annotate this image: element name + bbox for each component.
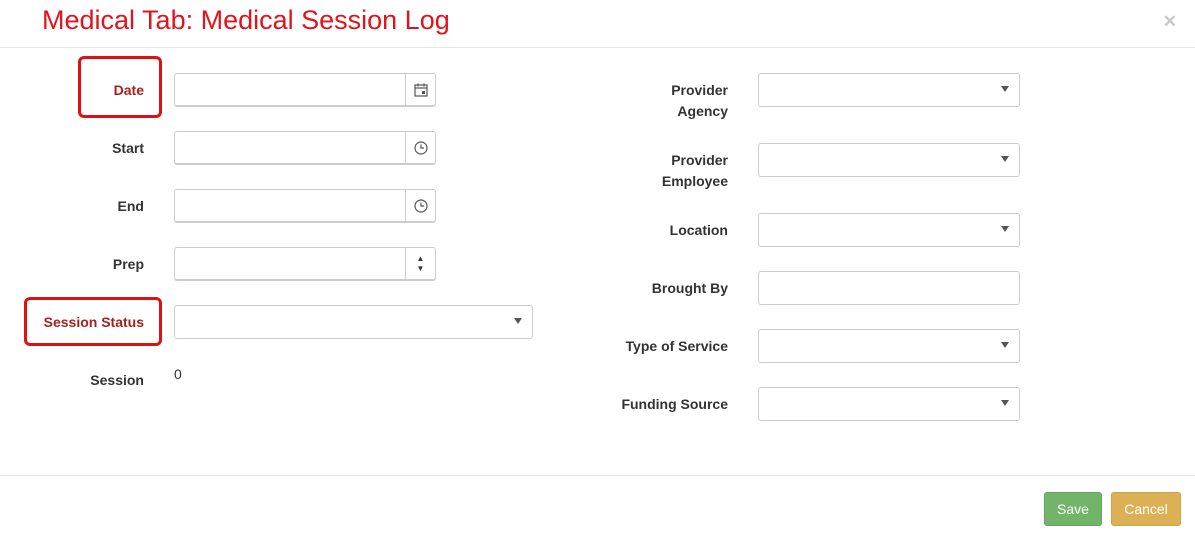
modal-header: Medical Tab: Medical Session Log ✕ bbox=[0, 0, 1195, 48]
chevron-down-icon bbox=[1001, 226, 1009, 232]
provider-agency-label-line1: Provider bbox=[671, 82, 728, 98]
session-label: Session bbox=[90, 372, 144, 388]
close-icon[interactable]: ✕ bbox=[1163, 12, 1177, 32]
chevron-down-icon bbox=[1001, 86, 1009, 92]
chevron-down-icon bbox=[1001, 156, 1009, 162]
provider-agency-select[interactable] bbox=[758, 73, 1020, 107]
session-status-label: Session Status bbox=[43, 314, 144, 330]
date-label: Date bbox=[113, 82, 144, 98]
end-label: End bbox=[117, 198, 144, 214]
type-of-service-label: Type of Service bbox=[625, 338, 728, 354]
clock-icon[interactable] bbox=[405, 132, 435, 163]
cancel-button[interactable]: Cancel bbox=[1111, 492, 1181, 526]
start-label: Start bbox=[112, 140, 144, 156]
spinner-down-icon[interactable]: ▼ bbox=[417, 264, 425, 274]
spinner-arrows-icon[interactable]: ▲ ▼ bbox=[405, 248, 435, 279]
modal-footer: Save Cancel bbox=[0, 475, 1195, 539]
provider-employee-select[interactable] bbox=[758, 143, 1020, 177]
provider-employee-label-line1: Provider bbox=[671, 152, 728, 168]
date-input[interactable] bbox=[174, 73, 436, 107]
funding-source-label: Funding Source bbox=[621, 396, 728, 412]
type-of-service-select[interactable] bbox=[758, 329, 1020, 363]
chevron-down-icon bbox=[1001, 342, 1009, 348]
prep-label: Prep bbox=[112, 256, 144, 272]
chevron-down-icon bbox=[514, 318, 522, 324]
location-select[interactable] bbox=[758, 213, 1020, 247]
funding-source-select[interactable] bbox=[758, 387, 1020, 421]
spinner-up-icon[interactable]: ▲ bbox=[417, 254, 425, 264]
calendar-icon[interactable] bbox=[405, 74, 435, 105]
provider-agency-label: Provider Agency bbox=[600, 80, 728, 122]
provider-employee-label: Provider Employee bbox=[600, 150, 728, 192]
start-time-input[interactable] bbox=[174, 131, 436, 165]
session-status-select[interactable] bbox=[174, 305, 533, 339]
clock-icon[interactable] bbox=[405, 190, 435, 221]
save-button[interactable]: Save bbox=[1044, 492, 1102, 526]
brought-by-input[interactable] bbox=[758, 271, 1020, 305]
session-value: 0 bbox=[174, 366, 182, 382]
prep-input[interactable]: ▲ ▼ bbox=[174, 247, 436, 281]
brought-by-label: Brought By bbox=[651, 280, 728, 296]
provider-employee-label-line2: Employee bbox=[661, 173, 728, 189]
location-label: Location bbox=[669, 222, 728, 238]
chevron-down-icon bbox=[1001, 400, 1009, 406]
end-time-input[interactable] bbox=[174, 189, 436, 223]
provider-agency-label-line2: Agency bbox=[677, 103, 728, 119]
modal-title: Medical Tab: Medical Session Log bbox=[42, 5, 450, 35]
